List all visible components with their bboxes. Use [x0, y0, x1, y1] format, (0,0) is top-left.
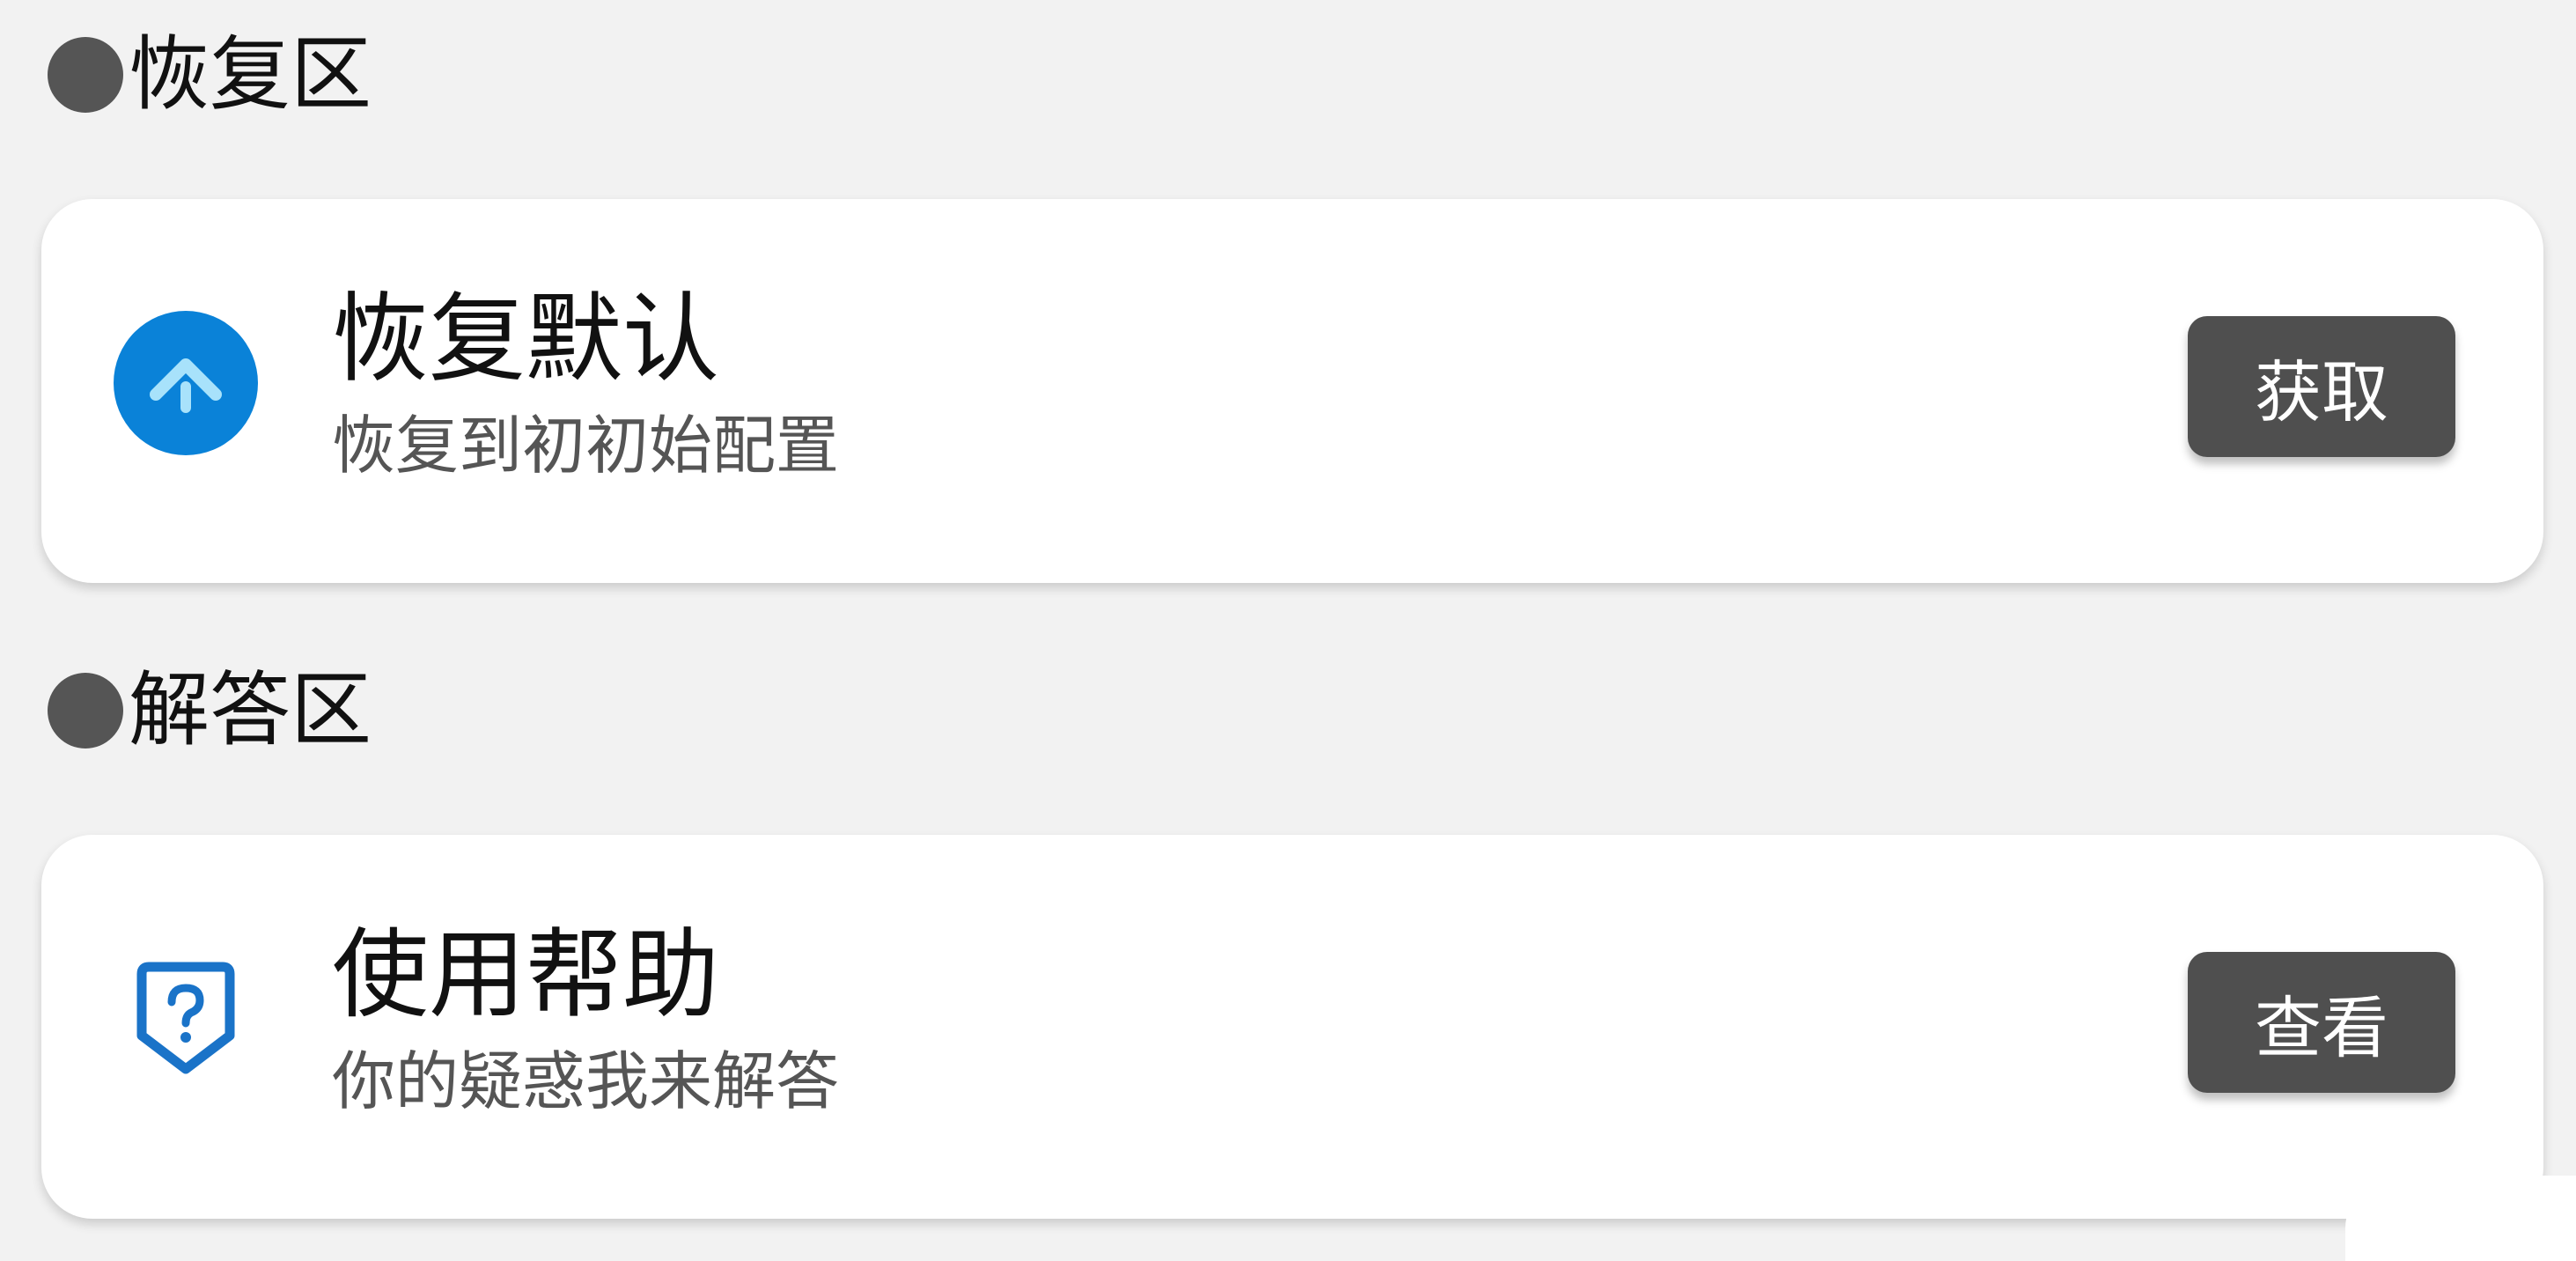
section-bullet-dot: [48, 673, 123, 748]
section-title-restore: 恢复区: [129, 27, 372, 122]
section-header-restore: 恢复区: [48, 26, 372, 123]
restore-default-title: 恢复默认: [332, 283, 719, 395]
help-shield-icon: [114, 947, 258, 1091]
restore-default-subtitle: 恢复到初初始配置: [332, 409, 840, 483]
usage-help-subtitle: 你的疑惑我来解答: [332, 1044, 840, 1118]
restore-default-card[interactable]: 恢复默认 恢复到初初始配置 获取: [41, 199, 2543, 583]
usage-help-title: 使用帮助: [332, 918, 719, 1031]
section-title-help: 解答区: [129, 663, 372, 757]
view-button[interactable]: 查看: [2188, 952, 2455, 1093]
section-header-help: 解答区: [48, 662, 372, 759]
section-bullet-dot: [48, 37, 123, 113]
get-button[interactable]: 获取: [2188, 316, 2455, 457]
restore-default-text: 恢复默认 恢复到初初始配置: [332, 291, 839, 477]
corner-panel: [2345, 1176, 2576, 1261]
restore-arrow-icon: [114, 311, 258, 455]
usage-help-text: 使用帮助 你的疑惑我来解答: [332, 926, 839, 1113]
usage-help-card[interactable]: 使用帮助 你的疑惑我来解答 查看: [41, 835, 2543, 1219]
